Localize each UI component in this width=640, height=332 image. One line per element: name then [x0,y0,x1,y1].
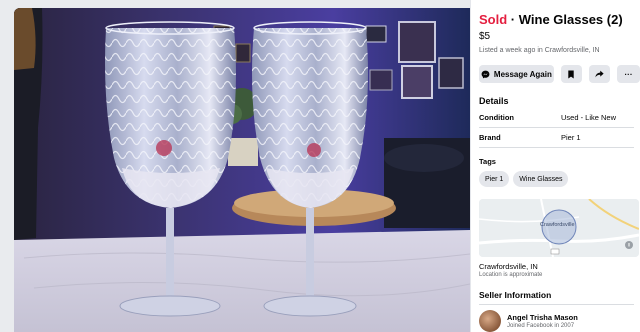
condition-row: Condition Used - Like New [479,113,640,122]
seller-heading: Seller Information [479,290,552,300]
title-separator: · [507,12,519,27]
seller-name[interactable]: Angel Trisha Mason [507,313,578,322]
avatar[interactable] [479,310,501,332]
condition-value: Used - Like New [561,113,617,122]
brand-value: Pier 1 [561,133,581,142]
share-button[interactable] [588,65,610,83]
sold-label: Sold [479,12,508,27]
tag-pier-1[interactable]: Pier 1 [479,171,510,187]
seller-joined: Joined Facebook in 2007 [507,323,575,329]
message-again-button[interactable]: Message Again [479,65,554,83]
details-heading: Details [479,96,509,106]
listing-photo[interactable] [14,8,470,332]
seller-card[interactable]: Angel Trisha Mason Joined Facebook in 20… [479,310,640,332]
messenger-icon [481,70,490,78]
brand-label: Brand [479,133,501,142]
wine-glasses-image [14,8,470,332]
photo-pane [0,0,470,332]
tags-list: Pier 1 Wine Glasses [479,171,640,187]
location-city: Crawfordsville, IN [479,262,538,271]
listing-price: $5 [479,31,491,42]
condition-label: Condition [479,113,514,122]
marketplace-listing-page: Sold · Wine Glasses (2) $5 Listed a week… [0,0,640,332]
listing-name: Wine Glasses (2) [518,12,623,27]
share-icon [595,70,604,78]
location-note: Location is approximate [479,272,543,278]
tag-wine-glasses[interactable]: Wine Glasses [513,171,569,187]
map-graphic [479,199,639,257]
divider [479,127,634,128]
action-bar: Message Again ··· [479,65,640,83]
listing-title: Sold · Wine Glasses (2) [479,12,640,28]
tags-heading: Tags [479,157,496,166]
more-options-button[interactable]: ··· [616,65,640,83]
brand-row: Brand Pier 1 [479,133,640,142]
listing-details-panel: Sold · Wine Glasses (2) $5 Listed a week… [471,0,640,332]
save-button[interactable] [560,65,582,83]
listing-date-location: Listed a week ago in Crawfordsville, IN [479,47,600,54]
divider [479,304,634,305]
location-map[interactable]: Crawfordsville [479,199,639,257]
divider [479,147,634,148]
message-again-label: Message Again [493,69,552,79]
more-options-icon: ··· [624,69,633,79]
map-city-label: Crawfordsville [540,222,575,228]
bookmark-icon [568,69,575,79]
